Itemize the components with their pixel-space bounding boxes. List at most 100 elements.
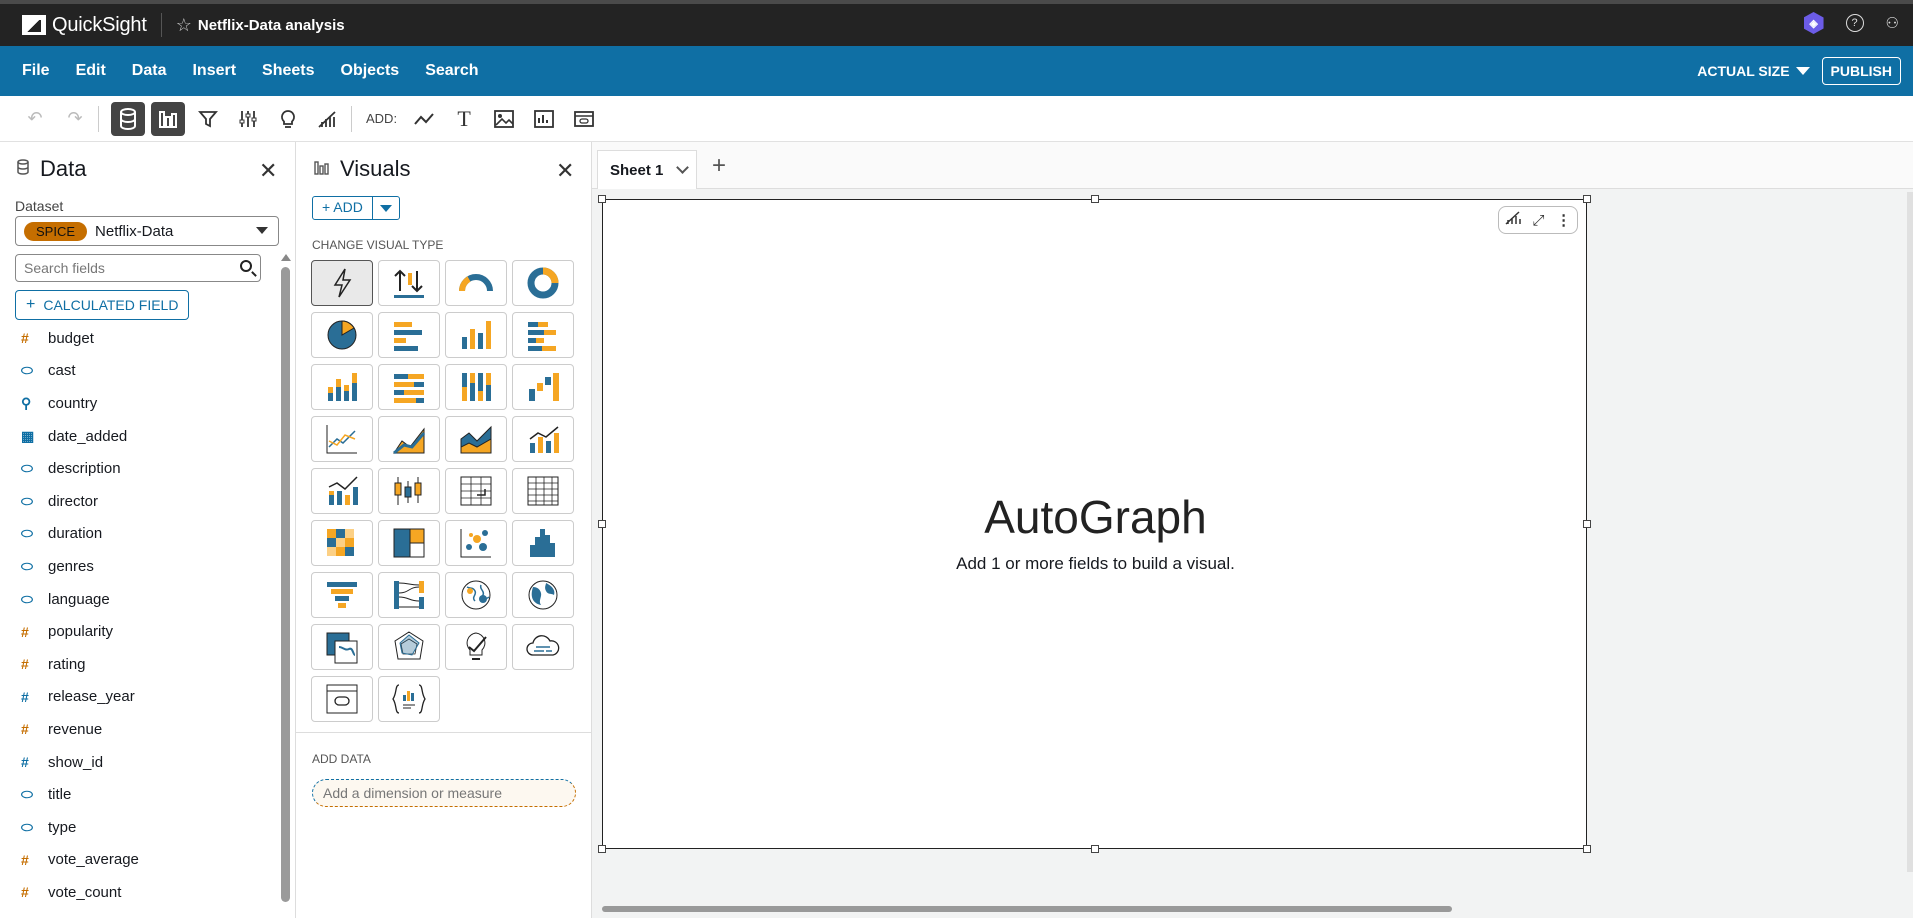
field-item[interactable]: # rating [15, 648, 275, 681]
field-item[interactable]: # popularity [15, 615, 275, 648]
menu-sheets[interactable]: Sheets [262, 62, 314, 80]
vertical-scrollbar[interactable] [1907, 192, 1913, 872]
resize-handle[interactable] [1091, 195, 1099, 203]
resize-handle[interactable] [1583, 195, 1591, 203]
calculated-field-button[interactable]: + CALCULATED FIELD [15, 290, 190, 320]
visual-type-pivot-table[interactable] [445, 468, 507, 514]
horizontal-scrollbar[interactable] [602, 906, 1452, 912]
visual-type-stacked-area[interactable] [445, 416, 507, 462]
visual-type-kpi[interactable] [378, 260, 440, 306]
visual-type-box-plot[interactable] [378, 468, 440, 514]
analysis-title[interactable]: Netflix-Data analysis [198, 17, 345, 34]
resize-handle[interactable] [598, 845, 606, 853]
resize-handle[interactable] [1091, 845, 1099, 853]
menu-file[interactable]: File [22, 62, 50, 80]
visual-type-donut[interactable] [512, 260, 574, 306]
publish-button[interactable]: PUBLISH [1821, 57, 1901, 85]
expand-icon[interactable]: ⤢ [1532, 212, 1544, 229]
field-item[interactable]: ⚲ country [15, 387, 275, 420]
visual-type-combo-bar-line[interactable] [512, 416, 574, 462]
redo-icon[interactable]: ↷ [58, 102, 92, 136]
field-item[interactable]: # revenue [15, 713, 275, 746]
field-item[interactable]: # budget [15, 322, 275, 355]
field-item[interactable]: ⬭ description [15, 452, 275, 485]
visual-type-autograph[interactable] [311, 260, 373, 306]
field-item[interactable]: ⬭ duration [15, 518, 275, 551]
visual-type-histogram[interactable] [512, 520, 574, 566]
chevron-down-icon[interactable] [676, 161, 689, 174]
visual-type-horizontal-100-stacked[interactable] [378, 364, 440, 410]
help-icon[interactable]: ? [1845, 14, 1864, 32]
visual-type-area[interactable] [378, 416, 440, 462]
field-drop-zone[interactable]: Add a dimension or measure [312, 779, 576, 807]
format-visual-icon[interactable] [1505, 211, 1521, 229]
add-text-icon[interactable]: T [447, 102, 481, 136]
add-line-icon[interactable] [407, 102, 441, 136]
visual-type-filled-map[interactable] [512, 572, 574, 618]
field-item[interactable]: # release_year [15, 681, 275, 714]
visual-type-pie[interactable] [311, 312, 373, 358]
insights-icon[interactable] [271, 102, 305, 136]
resize-handle[interactable] [1583, 845, 1591, 853]
search-icon[interactable] [240, 260, 252, 272]
scrollbar-thumb[interactable] [281, 267, 290, 902]
visual-type-layer-map[interactable] [311, 624, 373, 670]
visual-type-combo-stacked[interactable] [311, 468, 373, 514]
visual-type-horizontal-bar[interactable] [378, 312, 440, 358]
visual-type-word-cloud[interactable] [512, 624, 574, 670]
add-embed-icon[interactable] [567, 102, 601, 136]
field-item[interactable]: ⬭ director [15, 485, 275, 518]
controls-icon[interactable] [231, 102, 265, 136]
field-item[interactable]: ⬭ language [15, 583, 275, 616]
tab-sheet-1[interactable]: Sheet 1 [597, 150, 697, 189]
menu-insert[interactable]: Insert [192, 62, 236, 80]
visual-type-vertical-bar[interactable] [445, 312, 507, 358]
field-item[interactable]: ⬭ title [15, 778, 275, 811]
favorite-star-icon[interactable]: ☆ [176, 15, 192, 36]
undo-icon[interactable]: ↶ [18, 102, 52, 136]
field-item[interactable]: ▦ date_added [15, 420, 275, 453]
amazon-q-icon[interactable]: ◈ [1803, 12, 1824, 34]
visual-type-line[interactable] [311, 416, 373, 462]
add-visual-button[interactable]: + ADD [312, 196, 400, 220]
filter-icon[interactable] [191, 102, 225, 136]
close-visuals-panel-icon[interactable]: ✕ [556, 158, 574, 184]
scroll-up-icon[interactable] [281, 254, 291, 261]
field-item[interactable]: ⬭ type [15, 811, 275, 844]
menu-edit[interactable]: Edit [76, 62, 106, 80]
themes-icon[interactable] [311, 102, 345, 136]
visual-type-waterfall[interactable] [512, 364, 574, 410]
add-image-icon[interactable] [487, 102, 521, 136]
visual-type-funnel[interactable] [311, 572, 373, 618]
menu-search[interactable]: Search [425, 62, 478, 80]
visual-type-insight[interactable] [445, 624, 507, 670]
close-data-panel-icon[interactable]: ✕ [259, 158, 277, 184]
visual-type-vertical-100-stacked[interactable] [445, 364, 507, 410]
visual-type-vertical-stacked-bar[interactable] [311, 364, 373, 410]
visual-type-horizontal-stacked-bar[interactable] [512, 312, 574, 358]
add-sheet-icon[interactable]: + [712, 152, 726, 180]
visual-type-embed[interactable] [311, 676, 373, 722]
user-icon[interactable]: ⚇ [1886, 14, 1899, 32]
visual-type-custom-visual[interactable] [378, 676, 440, 722]
visual-type-sankey[interactable] [378, 572, 440, 618]
visual-type-heat-map[interactable] [311, 520, 373, 566]
field-item[interactable]: ⬭ cast [15, 355, 275, 388]
resize-handle[interactable] [598, 195, 606, 203]
field-item[interactable]: # vote_count [15, 876, 275, 909]
menu-data[interactable]: Data [132, 62, 167, 80]
add-visual-icon[interactable] [527, 102, 561, 136]
visual-type-gauge[interactable] [445, 260, 507, 306]
autograph-visual[interactable]: ⤢ ⋮ AutoGraph Add 1 or more fields to bu… [598, 195, 1591, 853]
field-item[interactable]: # show_id [15, 746, 275, 779]
quicksight-logo[interactable]: QuickSight [22, 14, 147, 37]
search-fields-input[interactable]: Search fields [15, 254, 261, 282]
visual-type-tree-map[interactable] [378, 520, 440, 566]
visuals-panel-icon[interactable] [151, 101, 185, 136]
add-visual-label[interactable]: + ADD [313, 197, 373, 219]
visual-type-scatter[interactable] [445, 520, 507, 566]
visual-type-points-map[interactable] [445, 572, 507, 618]
field-item[interactable]: ⬭ genres [15, 550, 275, 583]
menu-objects[interactable]: Objects [341, 62, 400, 80]
field-item[interactable]: # vote_average [15, 844, 275, 877]
